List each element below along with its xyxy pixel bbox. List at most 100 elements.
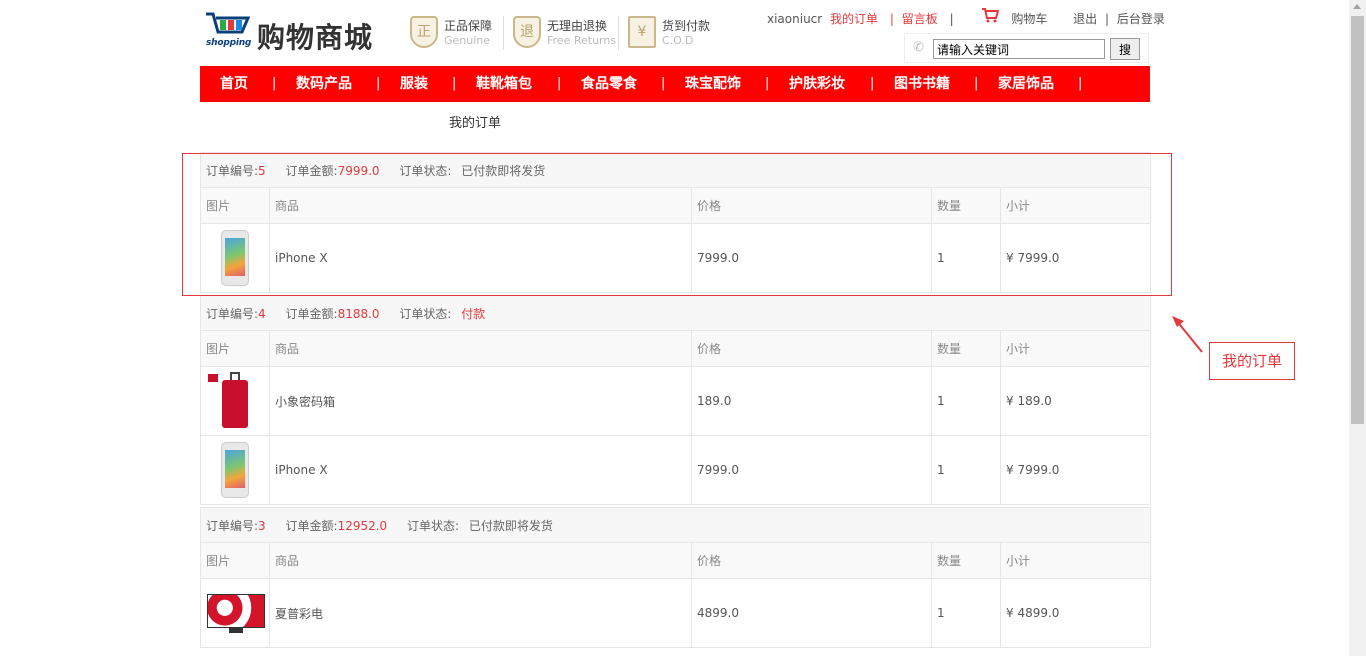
col-subtotal: 小计	[999, 542, 1152, 579]
logout-link[interactable]: 退出	[1073, 10, 1097, 27]
annotation-label: 我的订单	[1209, 342, 1295, 380]
message-board-link[interactable]: 留言板	[902, 10, 938, 27]
product-price: 4899.0	[691, 578, 932, 648]
menu-separator: |	[870, 76, 875, 91]
menu-item-books[interactable]: 图书书籍	[894, 66, 950, 102]
order-amount: 8188.0	[337, 306, 380, 321]
returns-shield-icon: 退	[513, 16, 541, 48]
top-nav: xiaoniucr 我的订单 | 留言板 | 购物车 退出 | 后台登录	[767, 8, 1165, 27]
my-orders-link[interactable]: 我的订单	[830, 10, 878, 27]
search-input[interactable]	[933, 39, 1105, 59]
order-item-row: 小象密码箱 189.0 1 ¥ 189.0	[200, 366, 1152, 436]
logo-title: 购物商城	[257, 21, 374, 54]
product-subtotal: ¥ 189.0	[999, 366, 1152, 436]
order-header-row: 图片 商品 价格 数量 小计	[200, 330, 1152, 367]
product-price: 189.0	[691, 366, 932, 436]
product-qty: 1	[931, 366, 1001, 436]
product-qty: 1	[931, 578, 1001, 648]
product-image-cell[interactable]	[200, 435, 270, 505]
product-image-cell[interactable]	[200, 578, 270, 648]
col-subtotal: 小计	[999, 330, 1152, 367]
col-qty: 数量	[931, 542, 1001, 579]
main-menu: 首页 | 数码产品 | 服装 | 鞋靴箱包 | 食品零食 | 珠宝配饰 | 护肤…	[200, 66, 1150, 102]
gift-icon: ¥	[628, 16, 656, 48]
order-item-row: iPhone X 7999.0 1 ¥ 7999.0	[200, 223, 1152, 293]
product-name[interactable]: iPhone X	[269, 223, 692, 293]
col-product: 商品	[269, 187, 692, 224]
product-name[interactable]: 夏普彩电	[269, 578, 692, 648]
badge-subtitle: C.O.D	[662, 34, 694, 47]
product-name[interactable]: 小象密码箱	[269, 366, 692, 436]
search-button[interactable]: 搜	[1110, 38, 1140, 60]
menu-separator: |	[974, 76, 979, 91]
menu-item-jewelry[interactable]: 珠宝配饰	[685, 66, 741, 102]
menu-separator: |	[557, 76, 562, 91]
pay-link[interactable]: 付款	[461, 307, 485, 321]
col-subtotal: 小计	[999, 187, 1152, 224]
col-image: 图片	[200, 542, 270, 579]
product-qty: 1	[931, 435, 1001, 505]
order-status-label: 订单状态:	[407, 518, 460, 533]
phone-icon: ✆	[913, 40, 924, 55]
order-no: 3	[258, 518, 266, 533]
cart-link[interactable]: 购物车	[1011, 10, 1047, 27]
annotation-arrow-icon	[1172, 316, 1203, 353]
luggage-image	[208, 372, 250, 432]
order-no: 4	[258, 306, 266, 321]
menu-separator: |	[452, 76, 457, 91]
order-table: 订单编号:5 订单金额:7999.0 订单状态: 已付款即将发货 图片 商品 价…	[199, 152, 1152, 293]
order-item-row: 夏普彩电 4899.0 1 ¥ 4899.0	[200, 578, 1152, 648]
product-subtotal: ¥ 4899.0	[999, 578, 1152, 648]
col-price: 价格	[691, 330, 932, 367]
order-no: 5	[258, 163, 266, 178]
order-header-row: 图片 商品 价格 数量 小计	[200, 542, 1152, 579]
order-amount: 7999.0	[337, 163, 380, 178]
order-info-row: 订单编号:5 订单金额:7999.0 订单状态: 已付款即将发货	[199, 152, 1152, 188]
badge-title: 无理由退换	[547, 19, 608, 33]
menu-separator: |	[661, 76, 666, 91]
site-logo[interactable]: shopping 购物商城	[204, 10, 384, 54]
badge-divider	[503, 16, 504, 50]
badge-subtitle: Free Returns	[547, 34, 617, 47]
scrollbar-thumb[interactable]	[1351, 16, 1364, 424]
badge-title: 货到付款	[662, 19, 711, 33]
menu-separator: |	[765, 76, 770, 91]
vertical-scrollbar[interactable]	[1349, 0, 1366, 656]
menu-separator: |	[1078, 76, 1083, 91]
menu-item-clothing[interactable]: 服装	[400, 66, 428, 102]
order-info-row: 订单编号:3 订单金额:12952.0 订单状态: 已付款即将发货	[199, 507, 1152, 543]
order-table: 订单编号:4 订单金额:8188.0 订单状态: 付款 图片 商品 价格 数量 …	[199, 295, 1152, 505]
col-price: 价格	[691, 542, 932, 579]
order-amount-label: 订单金额:	[285, 163, 338, 178]
scroll-up-arrow-icon[interactable]	[1353, 4, 1361, 9]
menu-item-cosmetics[interactable]: 护肤彩妆	[789, 66, 845, 102]
order-amount-label: 订单金额:	[285, 518, 338, 533]
page-title: 我的订单	[449, 116, 502, 131]
menu-item-home-decor[interactable]: 家居饰品	[998, 66, 1054, 102]
search-bar: ✆ 搜	[904, 33, 1149, 63]
order-info-row: 订单编号:4 订单金额:8188.0 订单状态: 付款	[199, 295, 1152, 331]
order-status-label: 订单状态:	[399, 306, 452, 321]
admin-login-link[interactable]: 后台登录	[1117, 10, 1165, 27]
order-status: 已付款即将发货	[468, 518, 553, 533]
menu-item-shoes-bags[interactable]: 鞋靴箱包	[476, 66, 532, 102]
product-image-cell[interactable]	[200, 223, 270, 293]
logo-cart-word: shopping	[206, 38, 252, 48]
order-no-label: 订单编号:	[206, 518, 259, 533]
menu-item-home[interactable]: 首页	[220, 66, 248, 102]
product-name[interactable]: iPhone X	[269, 435, 692, 505]
genuine-shield-icon: 正	[410, 16, 438, 48]
order-amount-label: 订单金额:	[285, 306, 338, 321]
menu-separator: |	[272, 76, 277, 91]
shopping-cart-icon[interactable]	[981, 8, 1000, 26]
order-no-label: 订单编号:	[206, 163, 259, 178]
col-qty: 数量	[931, 187, 1001, 224]
order-table: 订单编号:3 订单金额:12952.0 订单状态: 已付款即将发货 图片 商品 …	[199, 507, 1152, 648]
iphone-image	[221, 442, 249, 498]
product-qty: 1	[931, 223, 1001, 293]
menu-item-food[interactable]: 食品零食	[581, 66, 637, 102]
menu-separator: |	[376, 76, 381, 91]
menu-item-digital[interactable]: 数码产品	[296, 66, 352, 102]
product-image-cell[interactable]	[200, 366, 270, 436]
badge-title: 正品保障	[444, 19, 493, 33]
